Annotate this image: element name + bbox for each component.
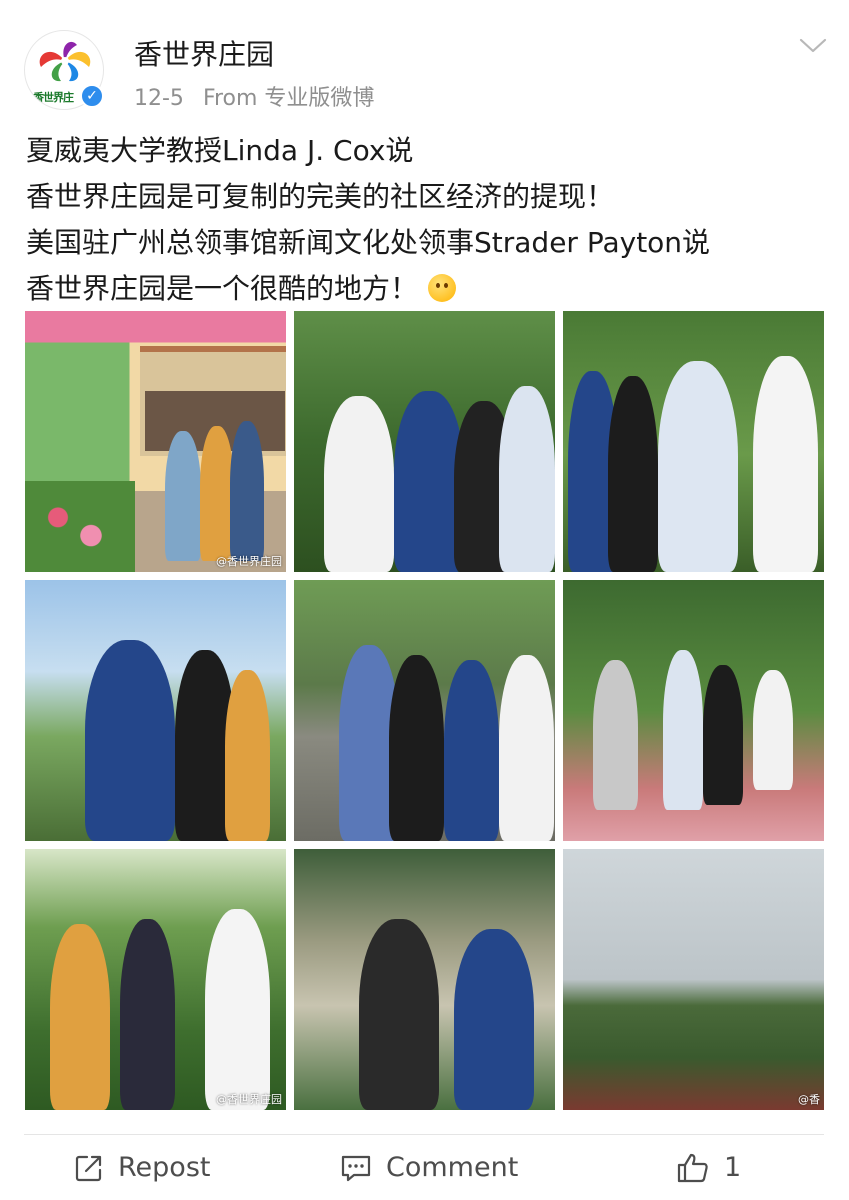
photo-1[interactable]: @香世界庄园 (25, 311, 286, 572)
photo-person (663, 650, 703, 810)
verified-icon: ✓ (80, 84, 104, 108)
post-actions: Repost Comment 1 (0, 1135, 849, 1200)
photo-person (205, 909, 270, 1110)
photo-2[interactable] (294, 311, 555, 572)
photo-3[interactable] (563, 311, 824, 572)
photo-watermark: @香世界庄园 (216, 555, 282, 568)
comment-label: Comment (386, 1152, 519, 1183)
photo-person (658, 361, 738, 572)
photo-person (230, 421, 264, 561)
post-text-line: 香世界庄园是可复制的完美的社区经济的提现！ (26, 180, 615, 213)
like-icon (677, 1153, 708, 1182)
photo-person (359, 919, 439, 1110)
photo-watermark: @香 (798, 1093, 820, 1106)
photo-person (200, 426, 234, 561)
photo-person (389, 655, 444, 841)
photo-9[interactable]: @香 (563, 849, 824, 1110)
photo-person (225, 670, 270, 841)
photo-person (608, 376, 658, 572)
like-button[interactable]: 1 (676, 1135, 741, 1200)
photo-person (444, 660, 499, 841)
post-meta: 12-5 From 专业版微博 (134, 80, 374, 112)
photo-flowers (25, 481, 135, 572)
photo-person (499, 386, 555, 572)
photo-person (324, 396, 394, 572)
photo-7[interactable]: @香世界庄园 (25, 849, 286, 1110)
blushing-emoji-icon (428, 274, 457, 302)
repost-label: Repost (118, 1152, 211, 1183)
photo-4[interactable] (25, 580, 286, 841)
photo-person (165, 431, 201, 561)
photo-grid: @香世界庄园 @香世界庄园 @香 (25, 311, 824, 1110)
photo-person (753, 670, 793, 790)
post-text: 夏威夷大学教授Linda J. Cox说 香世界庄园是可复制的完美的社区经济的提… (26, 128, 826, 312)
post-text-line-last: 香世界庄园是一个很酷的地方！ (26, 266, 826, 312)
photo-person (703, 665, 743, 805)
photo-person (454, 929, 534, 1110)
repost-button[interactable]: Repost (74, 1135, 210, 1200)
avatar-logo-text: 香世界庄 (33, 91, 74, 104)
photo-watermark: @香世界庄园 (216, 1093, 282, 1106)
photo-person (593, 660, 638, 810)
post-header: 香世界庄 ✓ 香世界庄园 12-5 From 专业版微博 (0, 0, 849, 120)
photo-person (50, 924, 110, 1110)
post-time: 12-5 (134, 86, 184, 111)
post-text-line: 美国驻广州总领事馆新闻文化处领事Strader Payton说 (26, 226, 711, 259)
post-text-line: 夏威夷大学教授Linda J. Cox说 (26, 134, 414, 167)
photo-5[interactable] (294, 580, 555, 841)
photo-person (85, 640, 175, 841)
post-text-line: 香世界庄园是一个很酷的地方！ (26, 272, 419, 305)
photo-6[interactable] (563, 580, 824, 841)
comment-button[interactable]: Comment (340, 1135, 518, 1200)
photo-person (499, 655, 554, 841)
post-source: From 专业版微博 (202, 86, 375, 111)
repost-icon (75, 1155, 102, 1181)
chevron-down-icon[interactable] (799, 36, 827, 56)
username[interactable]: 香世界庄园 (134, 33, 274, 73)
photo-person (120, 919, 175, 1110)
photo-person (753, 356, 818, 572)
photo-8[interactable] (294, 849, 555, 1110)
comment-icon (341, 1155, 371, 1181)
like-count: 1 (724, 1152, 742, 1183)
